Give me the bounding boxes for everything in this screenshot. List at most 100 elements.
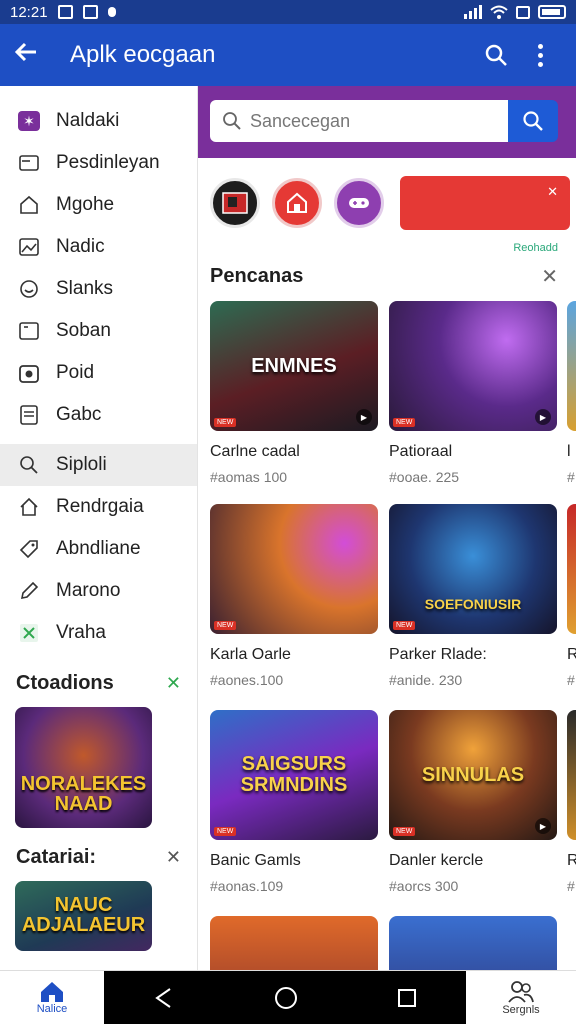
game-card[interactable]: ENMNES NEW ▶ Carlne cadal #aomas 100 bbox=[210, 301, 378, 485]
drawer-item-1[interactable]: Pesdinleyan bbox=[0, 142, 197, 184]
back-icon[interactable] bbox=[153, 987, 175, 1009]
folder-icon bbox=[18, 321, 40, 341]
home-icon bbox=[41, 981, 63, 1002]
search-icon bbox=[523, 111, 543, 131]
drawer-item-2[interactable]: Mgohe bbox=[0, 184, 197, 226]
search-button[interactable] bbox=[508, 100, 558, 142]
drawer-item-10[interactable]: Abndliane bbox=[0, 528, 197, 570]
search-icon[interactable] bbox=[474, 33, 518, 77]
main-content: Sancecegan ✕ Reohadd Pencanas ✕ ENMNES N… bbox=[198, 86, 576, 970]
game-thumbnail: NEW ▶ bbox=[389, 301, 557, 431]
section-title: Pencanas bbox=[210, 265, 304, 287]
game-card-peek[interactable]: R # bbox=[567, 710, 576, 894]
drawer-item-5[interactable]: Soban bbox=[0, 310, 197, 352]
drawer-item-label: Poid bbox=[56, 362, 95, 383]
game-title: Karla Oarle bbox=[210, 646, 291, 663]
new-badge: NEW bbox=[393, 418, 416, 427]
game-title: Patioraal bbox=[389, 443, 453, 460]
game-subtitle: #aonas.109 bbox=[210, 878, 284, 894]
drawer-item-8[interactable]: Siploli bbox=[0, 444, 197, 486]
chip-games[interactable] bbox=[334, 178, 384, 228]
game-subtitle: #aomas 100 bbox=[210, 469, 288, 485]
nav-home[interactable]: Nalice bbox=[0, 971, 104, 1024]
drawer-item-6[interactable]: Poid bbox=[0, 352, 197, 394]
close-icon[interactable]: ✕ bbox=[166, 847, 181, 868]
game-thumbnail bbox=[389, 916, 557, 970]
drawer-section-2-title: Catariai: bbox=[16, 846, 97, 868]
chip-gallery[interactable] bbox=[210, 178, 260, 228]
sim-icon bbox=[516, 6, 530, 19]
nav-settings[interactable]: Sergnls bbox=[466, 971, 576, 1024]
store-icon bbox=[287, 192, 307, 213]
nav-home-label: Nalice bbox=[36, 1002, 68, 1015]
drawer-item-12[interactable]: Vraha bbox=[0, 612, 197, 654]
game-subtitle: # bbox=[567, 878, 575, 894]
drawer-item-label: Pesdinleyan bbox=[56, 152, 160, 173]
search-input[interactable]: Sancecegan bbox=[210, 100, 508, 142]
drawer-item-3[interactable]: Nadic bbox=[0, 226, 197, 268]
drawer-nav-list: ✶ Naldaki Pesdinleyan Mgohe Nadic Slanks… bbox=[0, 86, 197, 654]
game-thumbnail: ENMNES NEW ▶ bbox=[210, 301, 378, 431]
close-icon[interactable]: ✕ bbox=[166, 673, 181, 694]
promo-banner[interactable]: ✕ bbox=[400, 176, 570, 230]
tag-icon bbox=[18, 539, 40, 559]
nav-settings-label: Sergnls bbox=[502, 1003, 540, 1016]
battery-icon bbox=[538, 5, 566, 19]
drawer-item-0[interactable]: ✶ Naldaki bbox=[0, 100, 197, 142]
thumbnail-art-text: SOEFONIUSIR bbox=[424, 595, 522, 612]
game-card[interactable]: SINNULAS NEW ▶ Danler kercle #aorcs 300 bbox=[389, 710, 557, 894]
drawer-section-1-thumbnail[interactable]: NORALEKES NAAD bbox=[15, 707, 152, 828]
game-thumbnail bbox=[567, 301, 576, 431]
drawer-divider bbox=[0, 436, 197, 444]
drawer-item-label: Siploli bbox=[56, 454, 107, 475]
close-icon[interactable]: ✕ bbox=[541, 264, 558, 289]
new-badge: NEW bbox=[214, 827, 237, 836]
game-card[interactable]: NEW ▶ Patioraal #ooae. 225 bbox=[389, 301, 557, 485]
thumbnail-art-text: ENMNES bbox=[251, 354, 337, 377]
app-title: Aplk eocgaan bbox=[70, 41, 216, 68]
small-link[interactable]: Reohadd bbox=[198, 242, 576, 256]
mail-icon bbox=[18, 153, 40, 173]
drawer-item-11[interactable]: Marono bbox=[0, 570, 197, 612]
quick-chips-row: ✕ bbox=[198, 158, 576, 230]
game-card-peek[interactable]: R # bbox=[567, 504, 576, 688]
game-subtitle: #aorcs 300 bbox=[389, 878, 459, 894]
game-card-peek[interactable]: l # bbox=[567, 301, 576, 485]
game-thumbnail: NEW bbox=[210, 504, 378, 634]
game-card[interactable] bbox=[210, 916, 378, 970]
drawer-item-label: Naldaki bbox=[56, 110, 120, 131]
game-card[interactable]: SOEFONIUSIR NEW Parker Rlade: #anide. 23… bbox=[389, 504, 557, 688]
drawer-item-4[interactable]: Slanks bbox=[0, 268, 197, 310]
close-icon[interactable]: ✕ bbox=[547, 184, 558, 200]
drawer-section-2-thumbnail[interactable]: NAUC ADJALAEUR bbox=[15, 881, 152, 951]
new-badge: NEW bbox=[214, 621, 237, 630]
play-icon: ▶ bbox=[356, 409, 372, 425]
thumbnail-art-text: SAIGSURS SRMNDINS bbox=[240, 753, 348, 796]
thumbnail-art-text: SINNULAS bbox=[421, 763, 525, 786]
thumbnail-art-text: NAUC ADJALAEUR bbox=[21, 894, 146, 936]
system-navigation-bar bbox=[104, 971, 466, 1024]
status-bar: 12:21 bbox=[0, 0, 576, 24]
game-subtitle: #anide. 230 bbox=[389, 672, 463, 688]
drawer-item-label: Slanks bbox=[56, 278, 114, 299]
drawer-item-7[interactable]: Gabc bbox=[0, 394, 197, 436]
chip-store[interactable] bbox=[272, 178, 322, 228]
thumbnail-art-text: NORALEKES NAAD bbox=[20, 773, 147, 815]
game-title: R bbox=[567, 646, 576, 663]
home-circle-icon[interactable] bbox=[274, 986, 298, 1010]
drawer-item-9[interactable]: Rendrgaia bbox=[0, 486, 197, 528]
game-thumbnail bbox=[210, 916, 378, 970]
gallery-icon bbox=[57, 5, 73, 19]
more-options-icon[interactable] bbox=[518, 33, 562, 77]
game-card[interactable] bbox=[389, 916, 557, 970]
recents-icon[interactable] bbox=[397, 988, 417, 1008]
back-arrow-icon[interactable] bbox=[14, 40, 54, 70]
pencil-icon bbox=[18, 581, 40, 601]
game-card[interactable]: NEW Karla Oarle #aones.100 bbox=[210, 504, 378, 688]
house-icon bbox=[18, 497, 40, 517]
drawer-item-label: Rendrgaia bbox=[56, 496, 144, 517]
drawer-item-label: Nadic bbox=[56, 236, 105, 257]
game-card[interactable]: SAIGSURS SRMNDINS NEW Banic Gamls #aonas… bbox=[210, 710, 378, 894]
game-title: l bbox=[567, 443, 571, 460]
gallery-icon bbox=[222, 192, 248, 214]
